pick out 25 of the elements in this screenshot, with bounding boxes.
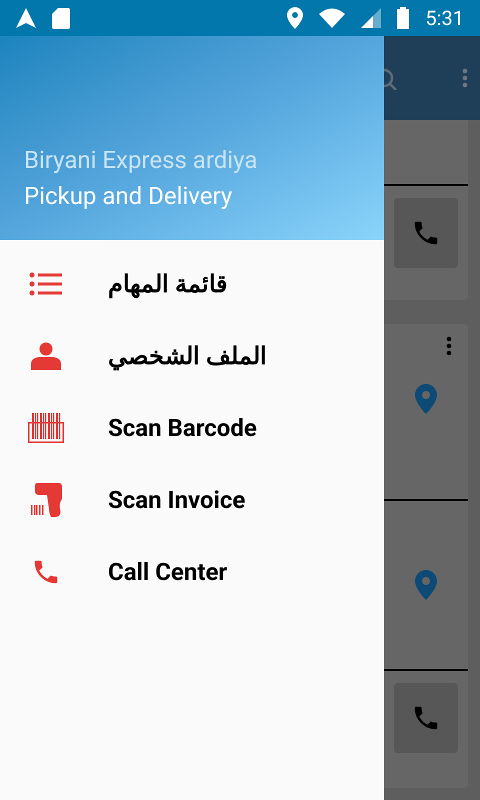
signal-icon	[361, 8, 382, 28]
barcode-scanner-icon	[29, 483, 63, 517]
sd-card-icon	[52, 8, 70, 28]
navigation-icon	[16, 8, 36, 28]
location-icon	[287, 7, 304, 29]
list-icon	[29, 272, 63, 296]
drawer-menu-item[interactable]: Scan Invoice	[0, 464, 384, 536]
more-icon[interactable]	[462, 68, 468, 88]
search-icon[interactable]	[384, 66, 398, 90]
battery-icon	[397, 7, 410, 29]
drawer-subtitle: Pickup and Delivery	[24, 181, 234, 212]
barcode-icon	[28, 413, 64, 443]
drawer-menu-item[interactable]: الملف الشخصي	[0, 320, 384, 392]
call-button[interactable]	[394, 198, 458, 268]
more-icon[interactable]	[446, 336, 452, 356]
location-pin-icon[interactable]	[415, 570, 437, 600]
drawer-title: Biryani Express ardiya	[24, 145, 258, 176]
drawer-menu-item[interactable]: Scan Barcode	[0, 392, 384, 464]
status-time: 5:31	[425, 5, 464, 32]
location-pin-icon[interactable]	[415, 384, 437, 414]
drawer-menu-item[interactable]: قائمة المهام	[0, 248, 384, 320]
call-button[interactable]	[394, 683, 458, 753]
person-icon	[31, 342, 61, 370]
wifi-icon	[319, 8, 346, 28]
drawer-menu-item[interactable]: Call Center	[0, 536, 384, 608]
